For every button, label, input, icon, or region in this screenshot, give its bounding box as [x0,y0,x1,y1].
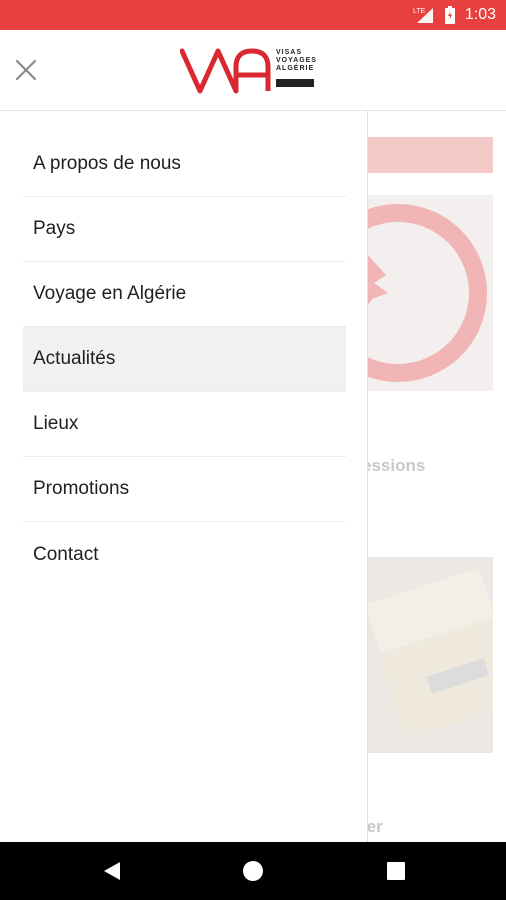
menu-item-voyage-algerie[interactable]: Voyage en Algérie [23,262,346,327]
menu-item-label: A propos de nous [33,153,181,174]
logo-mark-icon [180,48,271,94]
recent-square-icon [387,862,405,880]
background-banner [368,137,493,173]
menu-item-label: Pays [33,218,76,239]
menu-item-label: Actualités [33,348,116,369]
logo-line-visas: VISAS [276,49,303,56]
navigation-drawer: A propos de nous Pays Voyage en Algérie … [0,111,368,842]
lte-signal-icon: LTE [413,6,435,24]
brand-logo[interactable]: VISAS VOYAGES ALGÉRIE [180,45,320,97]
back-button[interactable] [88,847,136,895]
menu-item-label: Contact [33,543,99,565]
logo-text: VISAS VOYAGES ALGÉRIE [276,49,317,73]
background-snippet-2: ier [368,817,383,836]
menu-item-label: Lieux [33,413,79,434]
back-triangle-icon [104,862,120,880]
menu-item-a-propos[interactable]: A propos de nous [23,132,346,197]
background-image-flag [368,195,493,391]
menu-item-pays[interactable]: Pays [23,197,346,262]
app-header: VISAS VOYAGES ALGÉRIE [0,30,506,111]
menu-item-promotions[interactable]: Promotions [23,457,346,522]
background-image-money [368,557,493,753]
background-snippet-1: essions [368,456,426,475]
background-page: essions ier [368,111,506,842]
battery-icon [444,6,455,24]
logo-line-voyages: VOYAGES [276,57,317,64]
close-icon [15,59,37,81]
close-drawer-button[interactable] [12,56,40,84]
menu-item-lieux[interactable]: Lieux [23,392,346,457]
menu-item-label: Promotions [33,478,130,499]
drawer-menu: A propos de nous Pays Voyage en Algérie … [23,132,346,587]
home-button[interactable] [229,847,277,895]
clock-time: 1:03 [464,6,496,23]
status-bar: LTE 1:03 [0,0,506,30]
home-circle-icon [243,861,263,881]
logo-bar [276,79,314,87]
logo-line-algerie: ALGÉRIE [276,65,315,72]
svg-text:LTE: LTE [413,8,426,15]
menu-item-contact[interactable]: Contact [23,522,346,587]
system-nav-bar [0,842,506,900]
menu-item-actualites[interactable]: Actualités [23,327,346,392]
recent-apps-button[interactable] [372,847,420,895]
menu-item-label: Voyage en Algérie [33,283,187,304]
